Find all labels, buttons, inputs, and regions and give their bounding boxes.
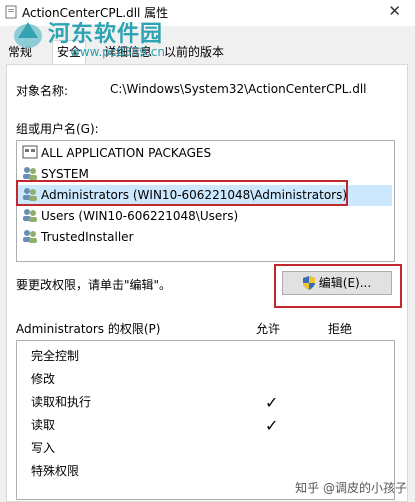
watermark-site-name: 河东软件园 — [48, 22, 164, 47]
edit-button-label: 编辑(E)... — [318, 276, 372, 290]
permission-row: 修改 — [31, 372, 56, 386]
users-icon — [23, 230, 37, 243]
allow-check-icon: ✓ — [265, 416, 279, 435]
edit-button[interactable]: 编辑(E)... — [282, 271, 392, 295]
permission-row: 读取 — [31, 418, 56, 432]
permission-row: 特殊权限 — [31, 464, 80, 478]
list-item-users[interactable]: Users (WIN10-606221048\Users) — [18, 206, 392, 227]
packages-icon — [22, 145, 38, 159]
groups-label: 组或用户名(G): — [16, 122, 99, 136]
uac-shield-icon — [302, 276, 315, 290]
list-item-all-packages[interactable]: ALL APPLICATION PACKAGES — [18, 143, 392, 164]
tab-previous-versions[interactable]: 以前的版本 — [160, 42, 229, 62]
watermark-logo — [14, 22, 42, 48]
permissions-list: 完全控制 修改 读取和执行 读取 写入 特殊权限 ✓ ✓ — [16, 340, 395, 500]
permission-row: 写入 — [31, 441, 56, 455]
deny-header: 拒绝 — [328, 322, 353, 336]
object-name-label: 对象名称: — [16, 84, 69, 98]
footer-watermark: 知乎 @调皮的小孩子 — [295, 481, 407, 495]
permissions-label: Administrators 的权限(P) — [16, 322, 161, 336]
watermark-url: www.pc0359.cn — [70, 45, 165, 59]
permission-row: 完全控制 — [31, 349, 80, 363]
list-item-label: Users (WIN10-606221048\Users) — [41, 209, 239, 223]
close-icon[interactable]: ✕ — [388, 2, 401, 20]
change-hint: 要更改权限，请单击"编辑"。 — [16, 278, 172, 292]
allow-header: 允许 — [256, 322, 281, 336]
users-icon — [23, 167, 37, 180]
object-name-value: C:\Windows\System32\ActionCenterCPL.dll — [110, 82, 367, 96]
permission-row: 读取和执行 — [31, 395, 92, 409]
list-item-label: ALL APPLICATION PACKAGES — [41, 146, 212, 160]
highlight-box — [16, 180, 348, 206]
users-icon — [23, 209, 37, 222]
list-item-label: SYSTEM — [41, 167, 89, 181]
list-item-label: TrustedInstaller — [41, 230, 134, 244]
allow-check-icon: ✓ — [265, 393, 279, 412]
list-item-trustedinstaller[interactable]: TrustedInstaller — [18, 227, 392, 248]
